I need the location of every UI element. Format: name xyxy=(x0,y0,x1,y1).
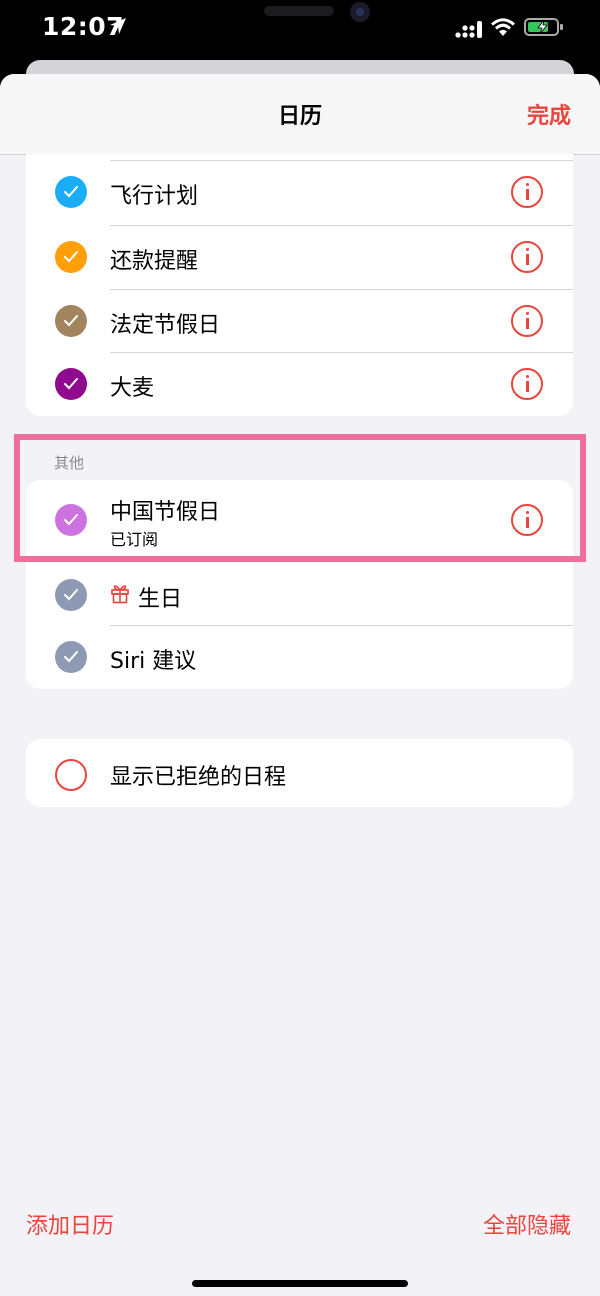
highlight-box xyxy=(14,434,586,562)
wifi-icon xyxy=(491,18,515,36)
checkmark-icon[interactable] xyxy=(55,241,87,273)
checkmark-icon[interactable] xyxy=(55,176,87,208)
row-divider xyxy=(110,352,573,353)
calendar-row-legal-holidays[interactable]: 法定节假日 xyxy=(26,289,573,352)
row-divider xyxy=(110,225,573,226)
calendar-label: 还款提醒 xyxy=(110,249,199,274)
add-calendar-button[interactable]: 添加日历 xyxy=(26,1208,114,1240)
battery-charging-icon xyxy=(524,18,563,36)
info-icon[interactable] xyxy=(511,368,543,400)
done-button[interactable]: 完成 xyxy=(527,98,571,130)
calendar-label: Siri 建议 xyxy=(110,649,197,674)
calendar-row-repayment[interactable]: 还款提醒 xyxy=(26,225,573,288)
info-icon[interactable] xyxy=(511,176,543,208)
navigation-bar: 日历 完成 xyxy=(0,74,600,155)
declined-events-label: 显示已拒绝的日程 xyxy=(110,765,287,790)
calendar-label: 法定节假日 xyxy=(110,313,221,338)
calendar-label: 大麦 xyxy=(110,376,155,401)
calendar-row-siri-suggestions[interactable]: Siri 建议 xyxy=(26,625,573,688)
checkmark-icon[interactable] xyxy=(55,305,87,337)
checkmark-icon[interactable] xyxy=(55,579,87,611)
calendar-row-birthdays[interactable]: 生日 xyxy=(26,563,573,626)
calendar-row-flight-plan[interactable]: 飞行计划 xyxy=(26,160,573,223)
row-divider xyxy=(110,289,573,290)
info-icon[interactable] xyxy=(511,305,543,337)
calendar-row-damai[interactable]: 大麦 xyxy=(26,352,573,415)
location-arrow-icon xyxy=(110,18,126,34)
home-indicator[interactable] xyxy=(192,1280,408,1287)
show-declined-events-row[interactable]: 显示已拒绝的日程 xyxy=(26,741,573,804)
status-bar: 12:07 xyxy=(0,0,600,60)
page-title: 日历 xyxy=(277,104,322,129)
calendar-label: 生日 xyxy=(138,587,183,612)
row-divider xyxy=(110,625,573,626)
gift-icon xyxy=(111,585,129,604)
info-icon[interactable] xyxy=(511,241,543,273)
calendar-list-group: 飞行计划 还款提醒 法定节假日 大麦 xyxy=(26,154,573,416)
cellular-signal-icon xyxy=(455,21,482,38)
checkmark-icon[interactable] xyxy=(55,368,87,400)
unchecked-circle-icon[interactable] xyxy=(55,759,87,791)
checkmark-icon[interactable] xyxy=(55,641,87,673)
declined-events-group: 显示已拒绝的日程 xyxy=(26,739,573,807)
notch-speaker xyxy=(264,6,334,16)
row-divider xyxy=(110,160,573,161)
front-camera xyxy=(350,2,370,22)
calendar-label: 飞行计划 xyxy=(110,184,199,209)
hide-all-button[interactable]: 全部隐藏 xyxy=(483,1208,571,1240)
calendars-sheet: 日历 完成 飞行计划 还款提醒 法定节假日 大麦 其他 中国节假日 已订阅 生日… xyxy=(0,74,600,1296)
